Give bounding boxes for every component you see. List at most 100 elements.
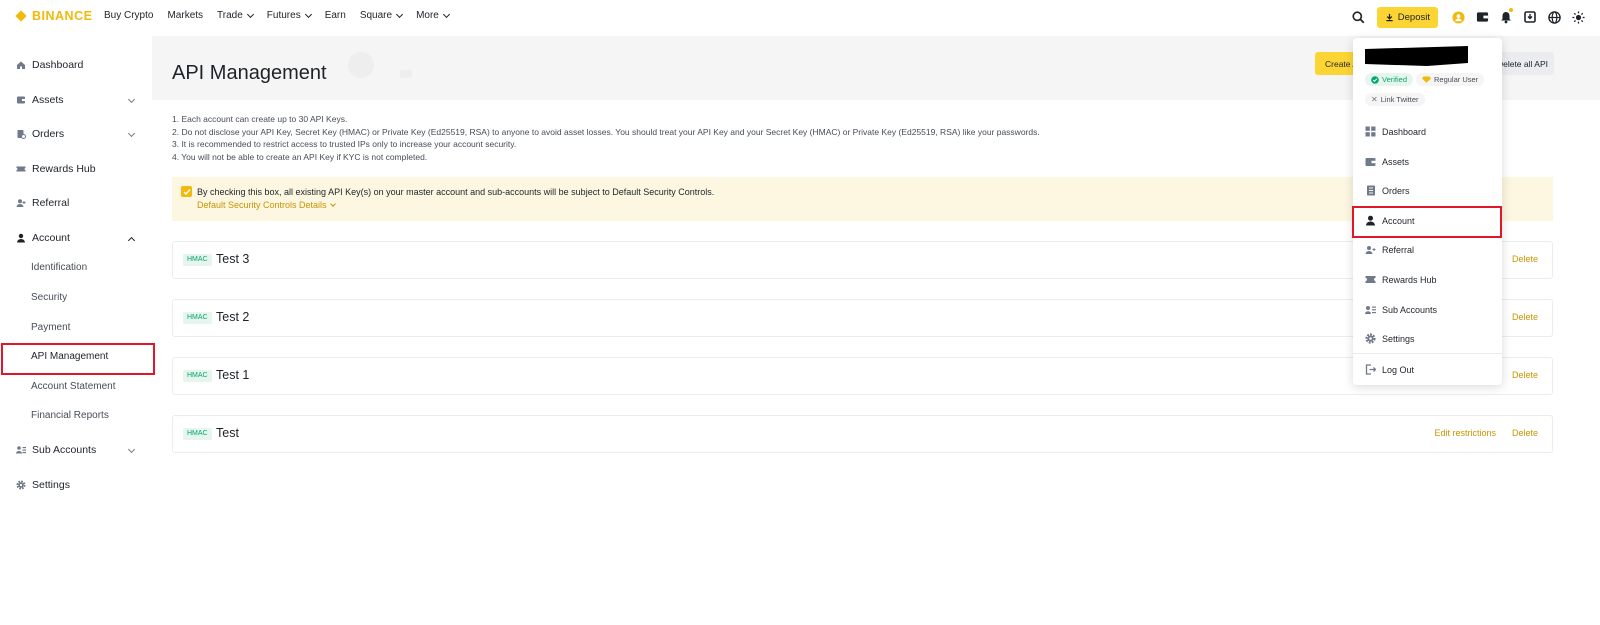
sidebar-sub-identification[interactable]: Identification — [0, 253, 152, 281]
chevron-down-icon — [127, 445, 136, 454]
sub-accounts-icon — [16, 445, 26, 455]
nav-markets[interactable]: Markets — [167, 10, 203, 21]
sidebar-item-referral[interactable]: Referral — [0, 188, 152, 218]
placeholder-avatar — [348, 52, 374, 78]
deposit-button[interactable]: Deposit — [1376, 6, 1438, 28]
user-level-badge[interactable]: Regular User — [1416, 73, 1485, 86]
wallet-icon[interactable] — [1470, 6, 1494, 28]
menu-item-settings[interactable]: Settings — [1353, 324, 1502, 353]
globe-icon[interactable] — [1542, 6, 1566, 28]
sidebar-sub-financial-reports[interactable]: Financial Reports — [0, 401, 152, 429]
sidebar-item-label: Settings — [32, 479, 70, 491]
menu-item-account[interactable]: Account — [1353, 206, 1502, 235]
menu-item-label: Sub Accounts — [1382, 304, 1438, 315]
delete-button[interactable]: Delete — [1512, 312, 1538, 322]
sidebar-sub-security[interactable]: Security — [0, 283, 152, 311]
page-title: API Management — [172, 62, 327, 84]
security-controls-checkbox[interactable] — [181, 186, 192, 197]
security-controls-notice: By checking this box, all existing API K… — [172, 177, 1553, 221]
menu-item-rewards-hub[interactable]: Rewards Hub — [1353, 265, 1502, 294]
nav-square[interactable]: Square — [360, 10, 404, 21]
menu-item-orders[interactable]: Orders — [1353, 176, 1502, 205]
sidebar-item-label: Dashboard — [32, 59, 84, 71]
checkmark-icon — [183, 188, 191, 195]
placeholder-shape — [400, 70, 412, 78]
chevron-down-icon — [127, 129, 136, 138]
nav-trade[interactable]: Trade — [217, 10, 254, 21]
api-notes: 1. Each account can create up to 30 API … — [172, 113, 1040, 163]
wallet-icon — [1365, 156, 1376, 167]
sidebar-item-label: Account — [32, 232, 70, 244]
menu-item-label: Referral — [1382, 244, 1415, 255]
menu-item-log-out[interactable]: Log Out — [1353, 355, 1502, 384]
delete-button[interactable]: Delete — [1512, 254, 1538, 264]
sidebar-sub-label: Financial Reports — [31, 409, 109, 421]
badge-label: Link Twitter — [1380, 95, 1419, 104]
api-key-name: Test 1 — [216, 368, 250, 382]
verified-badge: Verified — [1365, 73, 1414, 86]
sidebar-sub-label: Identification — [31, 261, 88, 273]
menu-item-label: Settings — [1382, 333, 1415, 344]
menu-item-dashboard[interactable]: Dashboard — [1353, 117, 1502, 146]
sidebar-item-settings[interactable]: Settings — [0, 470, 152, 500]
binance-logo[interactable]: BINANCE — [14, 9, 92, 23]
key-type-badge: HMAC — [183, 370, 212, 382]
grid-icon — [1365, 126, 1376, 137]
sidebar-item-dashboard[interactable]: Dashboard — [0, 50, 152, 80]
chevron-down-icon — [442, 10, 450, 18]
security-controls-details-link[interactable]: Default Security Controls Details — [197, 200, 336, 210]
api-key-row: HMAC Test 1 Delete — [172, 357, 1553, 395]
sidebar-item-label: Orders — [32, 128, 65, 140]
sidebar-item-account[interactable]: Account — [0, 223, 152, 253]
bell-icon[interactable] — [1494, 6, 1518, 28]
link-twitter-badge[interactable]: ✕ Link Twitter — [1365, 93, 1425, 106]
nav-more[interactable]: More — [416, 10, 450, 21]
diamond-icon — [1422, 76, 1431, 83]
menu-item-assets[interactable]: Assets — [1353, 147, 1502, 176]
gear-icon — [1365, 333, 1376, 344]
delete-button[interactable]: Delete — [1512, 370, 1538, 380]
search-icon[interactable] — [1347, 6, 1371, 28]
sidebar-sub-payment[interactable]: Payment — [0, 313, 152, 341]
download-app-icon[interactable] — [1518, 6, 1542, 28]
sidebar-sub-label: Payment — [31, 321, 71, 333]
sidebar-sub-label: Security — [31, 291, 68, 303]
nav-link-label: More — [416, 10, 439, 21]
sidebar-sub-account-statement[interactable]: Account Statement — [0, 372, 152, 400]
sidebar-item-label: Sub Accounts — [32, 444, 97, 456]
chevron-up-icon — [127, 236, 136, 245]
sidebar-item-assets[interactable]: Assets — [0, 85, 152, 115]
api-key-row: HMAC Test 2 Delete — [172, 299, 1553, 337]
verified-check-icon — [1371, 75, 1379, 84]
nav-futures[interactable]: Futures — [267, 10, 312, 21]
delete-button[interactable]: Delete — [1512, 428, 1538, 438]
sidebar-item-orders[interactable]: Orders — [0, 119, 152, 149]
profile-icon[interactable] — [1446, 6, 1470, 28]
notification-dot — [1509, 8, 1513, 12]
menu-item-label: Rewards Hub — [1382, 274, 1437, 285]
nav-earn[interactable]: Earn — [325, 10, 346, 21]
note-line: 2. Do not disclose your API Key, Secret … — [172, 126, 1040, 137]
nav-buy-crypto[interactable]: Buy Crypto — [104, 10, 153, 21]
sidebar-item-rewards-hub[interactable]: Rewards Hub — [0, 154, 152, 184]
profile-dropdown: Verified Regular User ✕ Link Twitter Das… — [1353, 38, 1502, 385]
sidebar-sub-api-management[interactable]: API Management — [0, 342, 152, 370]
menu-item-sub-accounts[interactable]: Sub Accounts — [1353, 295, 1502, 324]
deposit-label: Deposit — [1397, 11, 1430, 23]
menu-item-label: Assets — [1382, 156, 1410, 167]
gear-icon — [16, 480, 26, 490]
api-key-row: HMAC Test 3 Delete — [172, 241, 1553, 279]
user-icon — [1365, 215, 1376, 226]
chevron-down-icon — [329, 200, 336, 207]
ticket-icon — [1365, 274, 1376, 285]
menu-item-label: Dashboard — [1382, 126, 1427, 137]
sub-accounts-icon — [1365, 304, 1376, 315]
top-nav: BINANCE Buy Crypto Markets Trade Futures… — [0, 0, 1600, 34]
menu-item-referral[interactable]: Referral — [1353, 235, 1502, 264]
edit-restrictions-button[interactable]: Edit restrictions — [1434, 428, 1496, 438]
ticket-icon — [16, 164, 26, 174]
chevron-down-icon — [396, 10, 404, 18]
sidebar-item-sub-accounts[interactable]: Sub Accounts — [0, 435, 152, 465]
theme-toggle-icon[interactable] — [1566, 6, 1590, 28]
menu-item-label: Account — [1382, 215, 1415, 226]
